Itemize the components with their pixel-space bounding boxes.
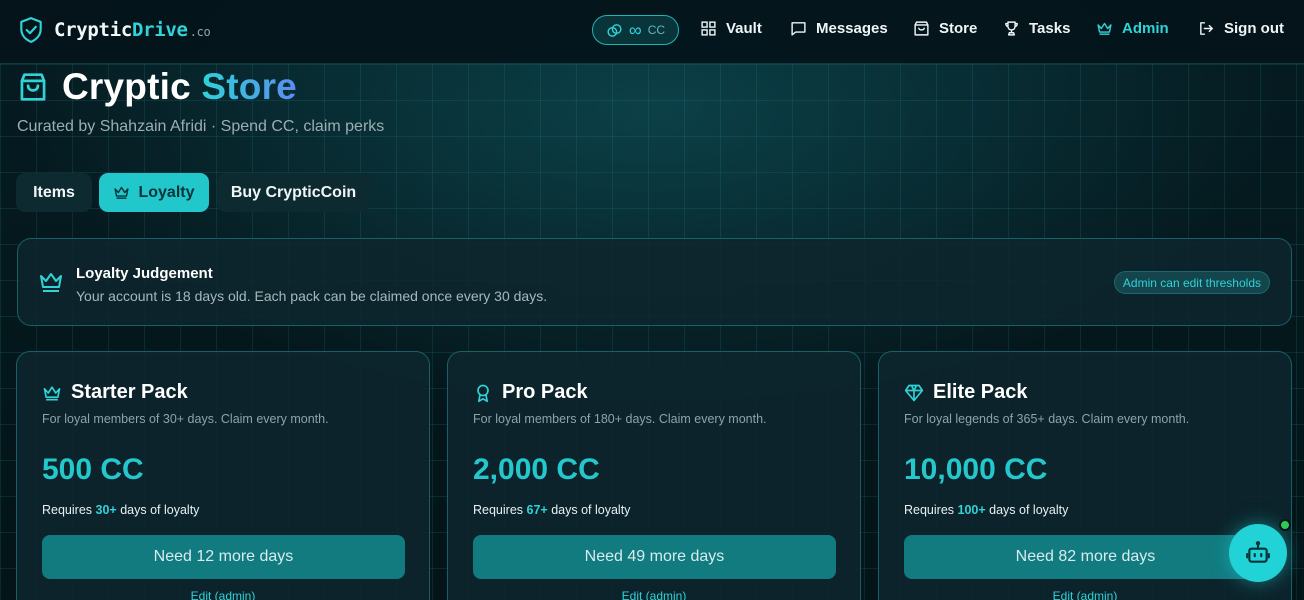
chatbot-button[interactable] [1229, 524, 1287, 582]
pack-price: 10,000 CC [904, 453, 1048, 486]
pack-description: For loyal members of 30+ days. Claim eve… [42, 412, 329, 426]
grid-icon [701, 21, 716, 36]
balance-pill[interactable]: ∞ CC [592, 15, 679, 45]
tab-items[interactable]: Items [16, 173, 92, 212]
nav-label: Messages [816, 20, 888, 37]
pack-description: For loyal legends of 365+ days. Claim ev… [904, 412, 1190, 426]
bot-icon [1246, 541, 1270, 563]
pack-price: 500 CC [42, 453, 144, 486]
tab-label: Items [33, 183, 75, 201]
edit-admin-link[interactable]: Edit (admin) [879, 589, 1291, 600]
nav-label: Sign out [1224, 20, 1284, 37]
pack-price: 2,000 CC [473, 453, 600, 486]
judgement-title: Loyalty Judgement [76, 265, 213, 282]
tab-loyalty[interactable]: Loyalty [99, 173, 209, 212]
diamond-icon [904, 384, 924, 401]
tab-buy-crypticcoin[interactable]: Buy CrypticCoin [217, 173, 370, 212]
nav-item-admin[interactable]: Admin [1096, 20, 1169, 37]
balance-value: ∞ [628, 20, 642, 40]
brand-logo[interactable]: CrypticDrive .co [18, 16, 211, 44]
message-square-icon [791, 22, 806, 36]
judgement-description: Your account is 18 days old. Each pack c… [76, 288, 548, 304]
nav-item-messages[interactable]: Messages [790, 20, 888, 37]
pack-title: Elite Pack [933, 381, 1028, 403]
nav-item-vault[interactable]: Vault [700, 20, 762, 37]
crown-icon [40, 273, 62, 292]
loyalty-judgement-panel: Loyalty Judgement Your account is 18 day… [17, 238, 1292, 326]
award-icon [477, 384, 489, 402]
claim-button[interactable]: Need 12 more days [42, 535, 405, 579]
shopping-bag-icon [20, 73, 46, 101]
trophy-icon [1005, 21, 1018, 36]
pack-card-pro: Pro Pack For loyal members of 180+ days.… [447, 351, 861, 600]
nav-item-sign-out[interactable]: Sign out [1198, 20, 1284, 37]
nav-label: Admin [1122, 20, 1169, 37]
title-main: Cryptic [62, 66, 191, 107]
admin-badge: Admin can edit thresholds [1113, 271, 1270, 294]
nav-label: Store [939, 20, 978, 37]
crown-icon [43, 385, 61, 400]
tab-label: Loyalty [138, 183, 195, 201]
online-status-dot [1279, 519, 1291, 531]
nav-label: Tasks [1029, 20, 1071, 37]
nav-label: Vault [726, 20, 762, 37]
tab-label: Buy CrypticCoin [230, 183, 357, 201]
pack-title: Starter Pack [71, 381, 188, 403]
nav-item-tasks[interactable]: Tasks [1003, 20, 1070, 37]
page-subtitle: Curated by Shahzain Afridi · Spend CC, c… [17, 118, 385, 135]
balance-unit: CC [647, 23, 666, 37]
shopping-bag-icon [914, 21, 929, 36]
crown-icon [114, 186, 130, 199]
crown-icon [1097, 22, 1112, 35]
title-accent: Store [201, 66, 297, 107]
nav-item-store[interactable]: Store [913, 20, 977, 37]
pack-requirement: Requires 67+ days of loyalty [473, 503, 631, 517]
shield-check-icon [20, 17, 42, 43]
coins-icon [607, 23, 622, 37]
pack-description: For loyal members of 180+ days. Claim ev… [473, 412, 767, 426]
edit-admin-link[interactable]: Edit (admin) [17, 589, 429, 600]
pack-requirement: Requires 30+ days of loyalty [42, 503, 200, 517]
pack-requirement: Requires 100+ days of loyalty [904, 503, 1069, 517]
brand-name: CrypticDrive .co [54, 19, 211, 41]
pack-card-starter: Starter Pack For loyal members of 30+ da… [16, 351, 430, 600]
page-title: Cryptic Store [18, 66, 297, 108]
edit-admin-link[interactable]: Edit (admin) [448, 589, 860, 600]
pack-title: Pro Pack [502, 381, 588, 403]
top-navbar: CrypticDrive .co ∞ CC Vault Messages Stor… [0, 0, 1304, 64]
claim-button[interactable]: Need 49 more days [473, 535, 836, 579]
claim-button[interactable]: Need 82 more days [904, 535, 1267, 579]
log-out-icon [1200, 22, 1213, 35]
